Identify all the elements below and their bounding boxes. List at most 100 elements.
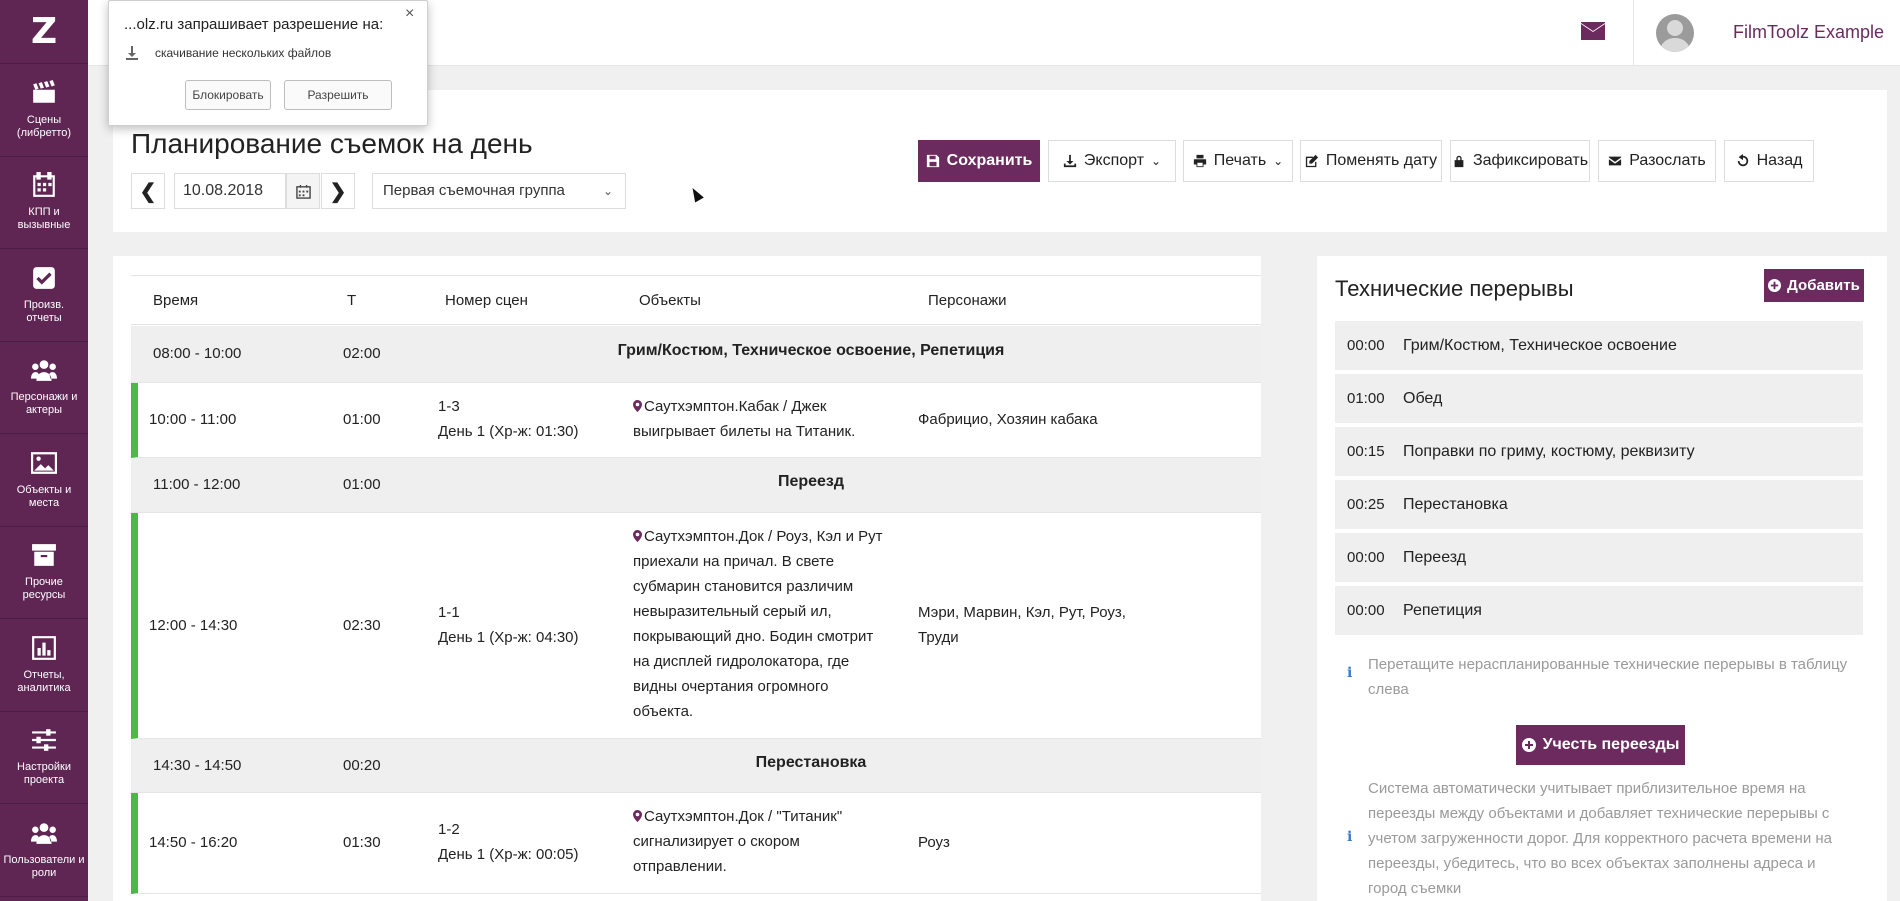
sidebar-item-settings[interactable]: Настройки проекта — [0, 712, 88, 804]
scene-number: 1-3 — [438, 398, 460, 415]
table-row[interactable]: 14:50 - 16:20 01:30 1-2 День 1 (Хр-ж: 00… — [131, 793, 1261, 894]
break-item-time: 00:00 — [1347, 337, 1385, 354]
sidebar-item-locations[interactable]: Объекты и места — [0, 434, 88, 527]
table-row[interactable]: 08:00 - 10:00 02:00 Грим/Костюм, Техниче… — [131, 326, 1261, 383]
change-date-label: Поменять дату — [1325, 152, 1438, 169]
table-row[interactable]: 10:00 - 11:00 01:00 1-3 День 1 (Хр-ж: 01… — [131, 383, 1261, 458]
download-icon — [1063, 154, 1077, 168]
map-marker-icon — [633, 400, 642, 412]
break-item-name: Перестановка — [1403, 496, 1508, 513]
sidebar-item-analytics[interactable]: Отчеты, аналитика — [0, 619, 88, 712]
table-row[interactable]: 12:00 - 14:30 02:30 1-1 День 1 (Хр-ж: 04… — [131, 513, 1261, 739]
plus-circle-icon — [1768, 279, 1782, 292]
send-button[interactable]: Разослать — [1598, 140, 1716, 182]
envelope-icon — [1609, 156, 1622, 166]
undo-icon — [1737, 154, 1748, 167]
edit-icon — [1305, 154, 1318, 168]
break-item[interactable]: 01:00 Обед — [1335, 374, 1863, 425]
next-date-button[interactable]: ❯ — [321, 173, 355, 209]
column-header-time[interactable]: Время — [153, 292, 198, 309]
break-item[interactable]: 00:00 Грим/Костюм, Техническое освоение — [1335, 321, 1863, 372]
printer-icon — [1193, 154, 1206, 168]
avatar[interactable] — [1656, 14, 1694, 52]
calendar-button[interactable] — [286, 173, 320, 209]
location-name[interactable]: Саутхэмптон.Док — [644, 808, 764, 825]
row-duration: 01:00 — [343, 476, 381, 493]
break-item-name: Грим/Костюм, Техническое освоение — [1403, 337, 1677, 354]
save-label: Сохранить — [946, 152, 1033, 169]
table-row[interactable]: 11:00 - 12:00 01:00 Переезд — [131, 458, 1261, 513]
column-header-locations[interactable]: Объекты — [639, 292, 701, 309]
chevron-down-icon: ⌄ — [602, 184, 613, 198]
sidebar-item-reports-production[interactable]: Произв. отчеты — [0, 249, 88, 342]
break-item[interactable]: 00:25 Перестановка — [1335, 480, 1863, 531]
prev-date-button[interactable]: ❮ — [131, 173, 165, 209]
row-duration: 01:30 — [343, 834, 381, 851]
location-name[interactable]: Саутхэмптон.Док — [644, 528, 764, 545]
scene-characters: Фабрицио, Хозяин кабака — [918, 411, 1098, 428]
user-name[interactable]: FilmToolz Example — [1733, 22, 1884, 43]
lock-label: Зафиксировать — [1472, 152, 1589, 169]
save-button[interactable]: Сохранить — [918, 140, 1040, 182]
sidebar-item-characters[interactable]: Персонажи и актеры — [0, 342, 88, 434]
sidebar-item-users[interactable]: Пользователи и роли — [0, 804, 88, 897]
break-item-name: Обед — [1403, 390, 1443, 407]
location-name[interactable]: Саутхэмптон.Кабак — [644, 398, 779, 415]
scene-location: Саутхэмптон.Док / Роуз, Кэл и Рут приеха… — [633, 524, 883, 724]
break-item[interactable]: 00:15 Поправки по гриму, костюму, реквиз… — [1335, 427, 1863, 478]
divider — [1633, 0, 1634, 66]
column-header-characters[interactable]: Персонажи — [928, 292, 1007, 309]
app-logo[interactable]: Z — [0, 0, 88, 64]
download-icon — [126, 46, 138, 60]
break-item-time: 00:00 — [1347, 602, 1385, 619]
row-time: 14:50 - 16:20 — [149, 834, 238, 851]
lock-button[interactable]: Зафиксировать — [1450, 140, 1590, 182]
chevron-down-icon: ⌄ — [1151, 154, 1162, 168]
column-header-duration[interactable]: Т — [347, 292, 356, 309]
row-duration: 00:20 — [343, 757, 381, 774]
row-time: 08:00 - 10:00 — [153, 345, 242, 362]
sidebar-item-label: Отчеты, аналитика — [17, 668, 71, 694]
image-icon — [31, 451, 57, 474]
sidebar-item-scenes[interactable]: Сцены (либретто) — [0, 64, 88, 157]
close-icon[interactable]: × — [405, 5, 414, 23]
panel-title: Технические перерывы — [1335, 276, 1574, 301]
change-date-button[interactable]: Поменять дату — [1300, 140, 1442, 182]
export-button[interactable]: Экспорт ⌄ — [1048, 140, 1176, 182]
users-icon — [31, 360, 57, 382]
account-moves-button[interactable]: Учесть переезды — [1516, 725, 1685, 765]
user-silhouette-icon — [1660, 20, 1690, 52]
info-icon: i — [1347, 665, 1353, 681]
print-button[interactable]: Печать ⌄ — [1183, 140, 1293, 182]
sidebar-item-resources[interactable]: Прочие ресурсы — [0, 527, 88, 619]
envelope-icon[interactable] — [1581, 22, 1605, 42]
break-name: Грим/Костюм, Техническое освоение, Репет… — [617, 342, 1005, 359]
add-break-button[interactable]: Добавить — [1764, 269, 1864, 302]
technical-breaks-panel: Технические перерывы Добавить 00:00 Грим… — [1317, 256, 1887, 901]
sidebar-item-call-sheets[interactable]: КПП и вызывные — [0, 157, 88, 249]
row-duration: 02:00 — [343, 345, 381, 362]
block-button[interactable]: Блокировать — [185, 80, 271, 110]
allow-button[interactable]: Разрешить — [284, 80, 392, 110]
crew-group-select[interactable]: Первая съемочная группа ⌄ — [372, 173, 626, 209]
break-item[interactable]: 00:00 Репетиция — [1335, 586, 1863, 637]
break-name: Переезд — [777, 473, 845, 490]
scene-description: / Роуз, Кэл и Рут приехали на причал. В … — [633, 528, 883, 720]
map-marker-icon — [633, 810, 642, 822]
scene-day: День 1 (Хр-ж: 00:05) — [438, 846, 579, 863]
permission-popup: ...olz.ru запрашивает разрешение на: × с… — [108, 0, 428, 126]
scene-number: 1-1 — [438, 604, 460, 621]
back-button[interactable]: Назад — [1724, 140, 1814, 182]
row-duration: 01:00 — [343, 411, 381, 428]
scene-location: Саутхэмптон.Док / "Титаник" сигнализируе… — [633, 804, 883, 879]
break-item[interactable]: 00:00 Переезд — [1335, 533, 1863, 584]
column-header-scene-number[interactable]: Номер сцен — [445, 292, 528, 309]
back-label: Назад — [1756, 152, 1803, 169]
drag-hint: Перетащите нераспланированные технически… — [1368, 656, 1848, 698]
map-marker-icon — [633, 530, 642, 542]
checkbox-icon — [33, 266, 55, 289]
sidebar: Z Сцены (либретто) КПП и вызывные Произв… — [0, 0, 88, 901]
table-row[interactable]: 14:30 - 14:50 00:20 Перестановка — [131, 739, 1261, 793]
row-time: 14:30 - 14:50 — [153, 757, 242, 774]
date-input[interactable]: 10.08.2018 — [174, 173, 286, 209]
